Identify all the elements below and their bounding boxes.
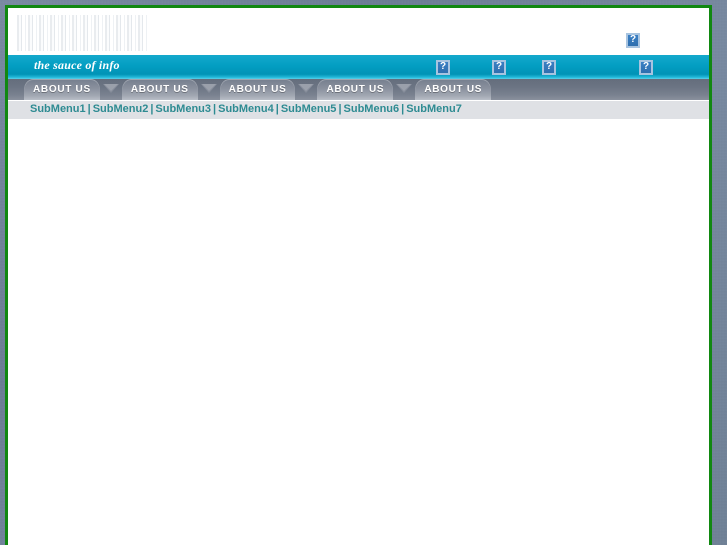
page-frame: the sauce of info bbox=[5, 5, 712, 545]
chevron-down-icon bbox=[100, 79, 122, 100]
submenu-list: SubMenu1 | SubMenu2 | SubMenu3 | SubMenu4 | SubM… bbox=[30, 103, 462, 115]
submenu-item-7[interactable]: SubMenu7 bbox=[406, 103, 462, 115]
submenu-item-1[interactable]: SubMenu1 bbox=[30, 103, 86, 115]
broken-image-icon[interactable] bbox=[639, 59, 653, 77]
broken-image-icon[interactable] bbox=[542, 59, 556, 77]
tagline-bar: the sauce of info bbox=[8, 54, 709, 79]
nav-tab-label: ABOUT US bbox=[228, 84, 287, 95]
nav-tab-label: ABOUT US bbox=[424, 84, 483, 95]
nav-tab-about-us-4[interactable]: ABOUT US bbox=[317, 79, 394, 100]
submenu-separator: | bbox=[87, 103, 91, 115]
broken-image-icon-glyph bbox=[492, 60, 506, 76]
header-band bbox=[8, 8, 709, 54]
submenu-item-6[interactable]: SubMenu6 bbox=[344, 103, 400, 115]
submenu-item-4[interactable]: SubMenu4 bbox=[218, 103, 274, 115]
chevron-down-icon bbox=[198, 79, 220, 100]
chevron-down-icon bbox=[393, 79, 415, 100]
chevron-down-icon bbox=[295, 79, 317, 100]
submenu-separator: | bbox=[338, 103, 342, 115]
nav-tab-label: ABOUT US bbox=[326, 84, 385, 95]
page-root: the sauce of info bbox=[0, 0, 727, 545]
logo-texture-image bbox=[17, 15, 149, 51]
submenu-bar: SubMenu1 | SubMenu2 | SubMenu3 | SubMenu4 | SubM… bbox=[8, 101, 709, 120]
submenu-item-5[interactable]: SubMenu5 bbox=[281, 103, 337, 115]
nav-tab-about-us-5[interactable]: ABOUT US bbox=[415, 79, 492, 100]
submenu-item-3[interactable]: SubMenu3 bbox=[155, 103, 211, 115]
broken-image-icon-glyph bbox=[639, 60, 653, 76]
nav-tab-label: ABOUT US bbox=[130, 84, 189, 95]
broken-image-icon[interactable] bbox=[626, 33, 640, 49]
nav-tab-label: ABOUT US bbox=[33, 84, 91, 95]
site-tagline: the sauce of info bbox=[34, 58, 120, 72]
main-navigation-bar: ABOUT US ABOUT US ABOUT US ABOUT US ABOU… bbox=[8, 79, 709, 101]
broken-image-icon[interactable] bbox=[436, 59, 450, 77]
nav-tab-about-us-2[interactable]: ABOUT US bbox=[121, 79, 198, 100]
page-inner: the sauce of info bbox=[8, 8, 709, 545]
nav-tab-list: ABOUT US ABOUT US ABOUT US ABOUT US ABOU… bbox=[24, 79, 492, 100]
header-right-image-slot[interactable] bbox=[626, 32, 640, 50]
nav-tab-about-us-1[interactable]: ABOUT US bbox=[24, 79, 100, 100]
submenu-item-2[interactable]: SubMenu2 bbox=[93, 103, 149, 115]
nav-tab-about-us-3[interactable]: ABOUT US bbox=[219, 79, 296, 100]
submenu-separator: | bbox=[275, 103, 279, 115]
broken-image-icon-glyph bbox=[542, 60, 556, 76]
broken-image-icon-glyph bbox=[436, 60, 450, 76]
main-content-area bbox=[8, 120, 709, 545]
broken-image-icon[interactable] bbox=[492, 59, 506, 77]
